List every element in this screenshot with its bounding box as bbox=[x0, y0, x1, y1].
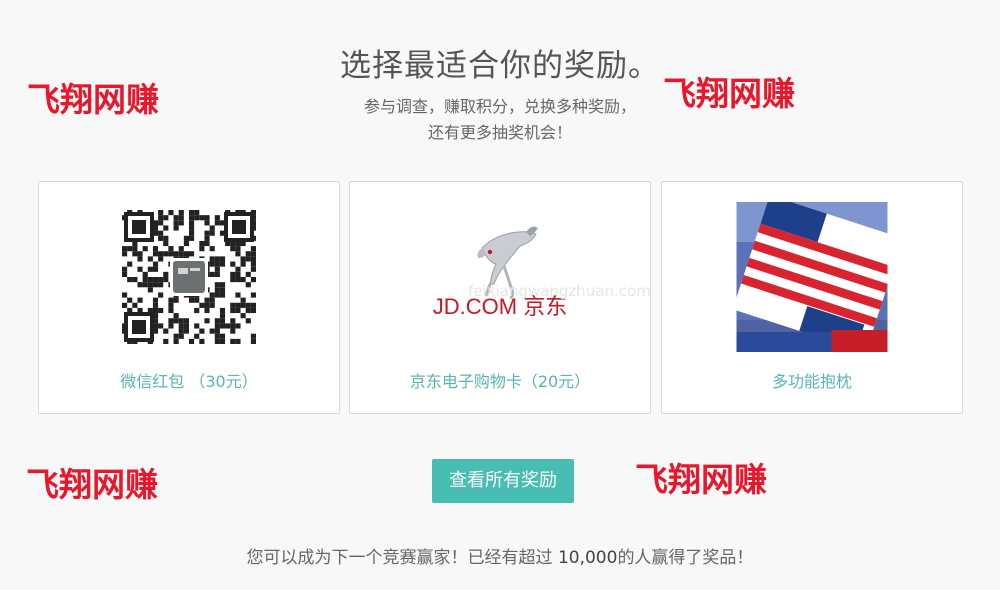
subtitle-line-2: 还有更多抽奖机会！ bbox=[427, 123, 572, 142]
watermark-text: 飞翔网赚 bbox=[663, 74, 795, 113]
watermark-text: 飞翔网赚 bbox=[26, 465, 158, 504]
reward-card-wechat[interactable]: 微信红包 （30元） bbox=[38, 181, 340, 414]
view-all-rewards-button[interactable]: 查看所有奖励 bbox=[432, 459, 574, 503]
jd-logo-icon: JD.COM 京东 bbox=[420, 212, 580, 326]
reward-label: 微信红包 （30元） bbox=[120, 372, 258, 391]
reward-label: 多功能抱枕 bbox=[771, 372, 852, 391]
watermark-text: 飞翔网赚 bbox=[27, 80, 159, 119]
reward-label: 京东电子购物卡（20元） bbox=[409, 372, 591, 391]
qr-code-icon bbox=[122, 210, 256, 348]
watermark-text: 飞翔网赚 bbox=[635, 460, 767, 499]
watermark-url: feixiangwangzhuan.com bbox=[468, 282, 651, 300]
footer-text: 您可以成为下一个竞赛赢家！已经有超过 10,000的人赢得了奖品！ bbox=[0, 543, 1000, 568]
footer-prefix: 您可以成为下一个竞赛赢家！已经有超过 bbox=[246, 548, 558, 568]
pillow-photo-icon bbox=[732, 195, 903, 356]
footer-suffix: 的人赢得了奖品！ bbox=[617, 548, 754, 568]
winner-count: 10,000 bbox=[557, 548, 618, 568]
reward-card-pillow[interactable]: 多功能抱枕 bbox=[661, 181, 963, 414]
